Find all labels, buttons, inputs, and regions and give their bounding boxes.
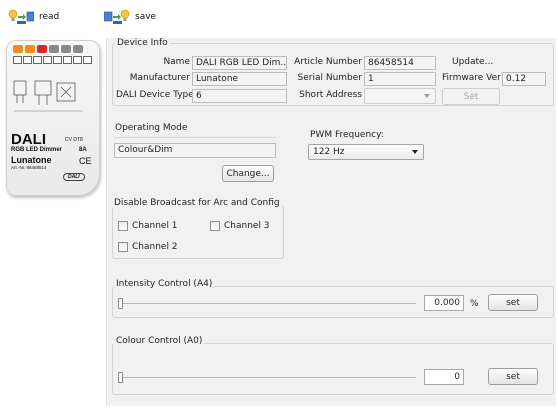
intensity-slider-track[interactable] xyxy=(120,303,416,304)
colour-slider-thumb[interactable] xyxy=(118,372,123,383)
article-number-label: Article Number xyxy=(294,57,362,67)
update-link[interactable]: Update... xyxy=(452,57,493,67)
device-image: DALI CV DT8 RGB LED Dimmer 8A Lunatone C… xyxy=(6,40,100,196)
name-label: Name xyxy=(163,57,190,67)
checkbox-box[interactable] xyxy=(210,221,220,231)
checkbox-box[interactable] xyxy=(118,242,128,252)
operating-mode-field[interactable]: Colour&Dim xyxy=(114,143,276,158)
chevron-down-icon xyxy=(412,150,418,154)
intensity-set-button[interactable]: set xyxy=(488,294,538,311)
channel-1-checkbox[interactable]: Channel 1 xyxy=(118,221,178,231)
pwm-frequency-label: PWM Frequency: xyxy=(310,130,384,140)
terminal-row xyxy=(13,56,92,64)
dali-badge: DALI xyxy=(63,173,85,181)
read-bus-icon xyxy=(8,9,35,25)
channel-1-label: Channel 1 xyxy=(132,221,178,231)
serial-number-label: Serial Number xyxy=(297,73,362,83)
channel-2-checkbox[interactable]: Channel 2 xyxy=(118,242,178,252)
manufacturer-label: Manufacturer xyxy=(129,73,190,83)
name-field[interactable]: DALI RGB LED Dim... xyxy=(192,56,287,70)
short-address-select[interactable] xyxy=(364,88,436,104)
operating-mode-title: Operating Mode xyxy=(113,123,190,133)
device-maker: Lunatone xyxy=(11,155,52,165)
wiring-diagram-icon xyxy=(13,80,83,112)
color-terminals xyxy=(13,45,83,53)
operating-mode-divider xyxy=(114,137,276,138)
intensity-slider-thumb[interactable] xyxy=(118,298,123,309)
colour-value-input[interactable]: 0 xyxy=(424,369,464,385)
device-current: 8A xyxy=(79,147,87,153)
pwm-frequency-select[interactable]: 122 Hz xyxy=(308,144,424,160)
device-article: Art.-Nr. 86458514 xyxy=(11,165,47,170)
manufacturer-field[interactable]: Lunatone xyxy=(192,72,287,86)
device-type-field[interactable]: 6 xyxy=(192,89,287,103)
device-info-title: Device Info xyxy=(115,38,170,48)
save-label: save xyxy=(135,12,157,22)
intensity-value-input[interactable]: 0.000 xyxy=(424,295,464,311)
device-product: RGB LED Dimmer xyxy=(11,147,63,153)
intensity-control-title: Intensity Control (A4) xyxy=(114,279,215,289)
channel-3-checkbox[interactable]: Channel 3 xyxy=(210,221,270,231)
short-address-set-button[interactable]: Set xyxy=(442,88,500,105)
intensity-unit: % xyxy=(470,299,479,309)
channel-2-label: Channel 2 xyxy=(132,242,178,252)
change-mode-button[interactable]: Change... xyxy=(222,165,274,182)
device-type-code: CV DT8 xyxy=(65,137,83,143)
short-address-label: Short Address xyxy=(299,90,362,100)
serial-number-field[interactable]: 1 xyxy=(364,72,436,86)
device-brand: DALI xyxy=(11,131,46,148)
ce-mark: CE xyxy=(79,156,92,166)
pwm-frequency-value: 122 Hz xyxy=(313,147,345,157)
read-label: read xyxy=(39,12,60,22)
colour-slider-track[interactable] xyxy=(120,377,416,378)
read-button[interactable]: read xyxy=(8,9,59,25)
save-button[interactable]: save xyxy=(103,9,157,25)
checkbox-box[interactable] xyxy=(118,221,128,231)
channel-3-label: Channel 3 xyxy=(224,221,270,231)
colour-set-button[interactable]: set xyxy=(488,368,538,385)
article-number-field[interactable]: 86458514 xyxy=(364,56,436,70)
colour-control-title: Colour Control (A0) xyxy=(114,336,205,346)
firmware-field[interactable]: 0.12 xyxy=(502,72,546,86)
disable-broadcast-title: Disable Broadcast for Arc and Config xyxy=(112,198,282,208)
chevron-down-icon xyxy=(424,94,430,98)
save-bus-icon xyxy=(103,9,130,25)
device-type-label: DALI Device Type xyxy=(116,90,194,100)
firmware-label: Firmware Ver xyxy=(442,73,501,83)
